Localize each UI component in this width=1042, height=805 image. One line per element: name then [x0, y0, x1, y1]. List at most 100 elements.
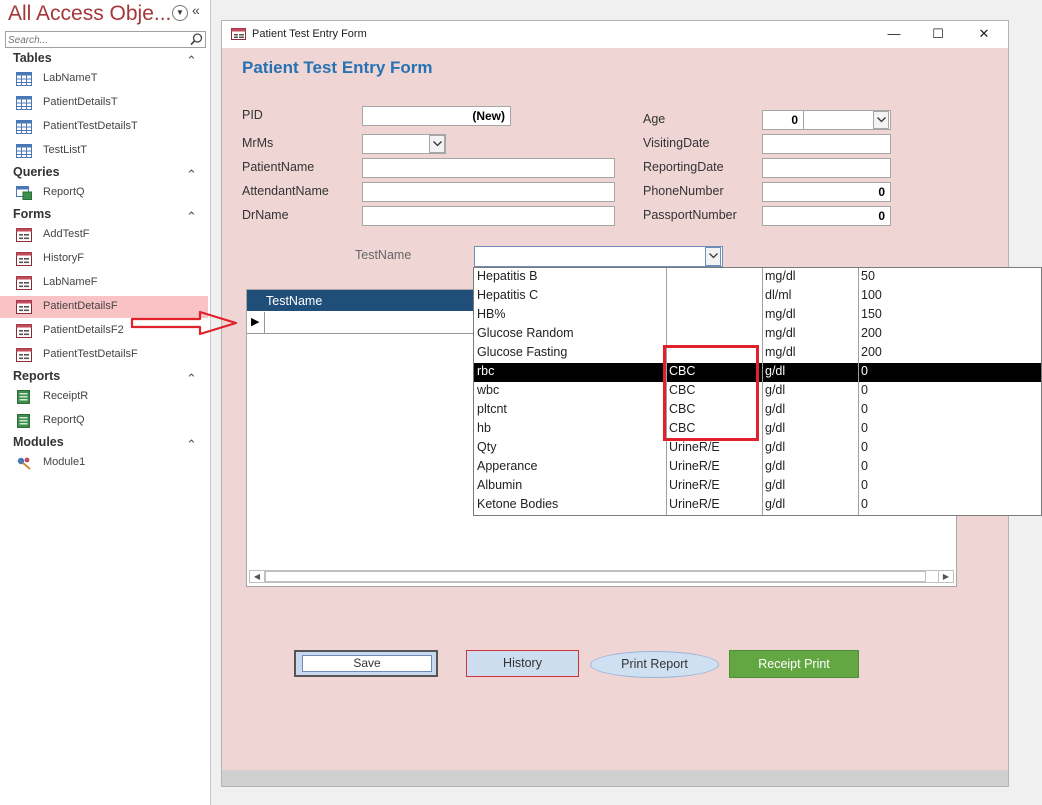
form-icon [16, 276, 32, 290]
dropdown-option-cell: 0 [861, 402, 868, 416]
testname-column-header[interactable]: TestName [266, 294, 322, 308]
dropdown-option[interactable]: Ketone Bodies UrineR/E g/dl 0 [474, 496, 1041, 515]
nav-item-patienttestdetailst[interactable]: PatientTestDetailsT [0, 116, 208, 138]
form-icon [16, 228, 32, 242]
nav-item-label: ReportQ [43, 414, 85, 426]
close-button[interactable]: ✕ [962, 23, 1006, 45]
dropdown-option[interactable]: HB% mg/dl 150 [474, 306, 1041, 325]
mrms-label: MrMs [242, 136, 274, 150]
nav-item-labnamef[interactable]: LabNameF [0, 272, 208, 294]
dropdown-option-cell: g/dl [765, 383, 786, 397]
dropdown-option-cell: 0 [861, 440, 868, 454]
print-report-button[interactable]: Print Report [590, 651, 719, 678]
dropdown-option-cell: 200 [861, 345, 882, 359]
nav-item-module1[interactable]: Module1 [0, 452, 208, 474]
nav-item-addtestf[interactable]: AddTestF [0, 224, 208, 246]
nav-item-label: PatientDetailsF [43, 300, 118, 312]
scroll-right-icon[interactable]: ▶ [938, 571, 953, 582]
dropdown-option-cell: HB% [477, 307, 506, 321]
horizontal-scrollbar[interactable]: ◀ ▶ [249, 570, 954, 583]
nav-collapse-icon[interactable]: « [192, 2, 200, 18]
dropdown-option-cell: Hepatitis B [477, 269, 538, 283]
passportnumber-field[interactable]: 0 [762, 206, 891, 226]
window-titlebar[interactable]: Patient Test Entry Form — ☐ ✕ [222, 21, 1008, 48]
reportingdate-field[interactable] [762, 158, 891, 178]
testname-cell[interactable] [265, 312, 487, 334]
scroll-left-icon[interactable]: ◀ [250, 571, 265, 582]
pid-label: PID [242, 108, 263, 122]
dropdown-option[interactable]: Qty UrineR/E g/dl 0 [474, 439, 1041, 458]
testname-dropdown-button[interactable] [705, 247, 721, 266]
nav-group-forms[interactable]: Forms [13, 207, 51, 221]
nav-item-label: LabNameT [43, 72, 98, 84]
history-button[interactable]: History [466, 650, 579, 677]
attendantname-label: AttendantName [242, 184, 329, 198]
nav-group-queries[interactable]: Queries [13, 165, 60, 179]
collapse-group-icon[interactable]: ⌃ [186, 167, 197, 183]
nav-item-labnamet[interactable]: LabNameT [0, 68, 208, 90]
nav-item-patientdetailst[interactable]: PatientDetailsT [0, 92, 208, 114]
maximize-button[interactable]: ☐ [916, 23, 960, 45]
dropdown-option-cell: UrineR/E [669, 459, 720, 473]
collapse-group-icon[interactable]: ⌃ [186, 371, 197, 387]
dropdown-column-divider [858, 268, 859, 515]
chevron-down-icon [709, 253, 718, 259]
nav-group-reports[interactable]: Reports [13, 369, 60, 383]
dropdown-option-cell: pltcnt [477, 402, 507, 416]
nav-item-label: Module1 [43, 456, 86, 468]
nav-item-label: PatientDetailsF2 [43, 324, 124, 336]
collapse-group-icon[interactable]: ⌃ [186, 53, 197, 69]
minimize-button[interactable]: — [872, 23, 916, 45]
dropdown-option[interactable]: Hepatitis B mg/dl 50 [474, 268, 1041, 287]
visitingdate-field[interactable] [762, 134, 891, 154]
dropdown-option-cell: rbc [477, 364, 495, 378]
nav-pane-title[interactable]: All Access Obje... [8, 2, 171, 26]
receipt-print-button[interactable]: Receipt Print [729, 650, 859, 678]
age-unit-dropdown-button[interactable] [873, 111, 889, 129]
module-icon [17, 457, 31, 470]
attendantname-field[interactable] [362, 182, 615, 202]
dropdown-option-cell: g/dl [765, 497, 786, 511]
nav-menu-chevron-icon[interactable]: ▼ [172, 5, 188, 21]
subform-select-all[interactable] [247, 290, 264, 311]
dropdown-option[interactable]: Glucose Random mg/dl 200 [474, 325, 1041, 344]
dropdown-option[interactable]: Albumin UrineR/E g/dl 0 [474, 477, 1041, 496]
save-button[interactable]: Save [294, 650, 438, 677]
testname-combo[interactable] [474, 246, 723, 267]
patientname-field[interactable] [362, 158, 615, 178]
dropdown-option[interactable]: Apperance UrineR/E g/dl 0 [474, 458, 1041, 477]
nav-search-input[interactable] [6, 33, 188, 48]
nav-item-patienttestdetailsf[interactable]: PatientTestDetailsF [0, 344, 208, 366]
nav-item-historyf[interactable]: HistoryF [0, 248, 208, 270]
nav-group-modules[interactable]: Modules [13, 435, 64, 449]
annotation-arrow-icon [130, 310, 238, 336]
mrms-dropdown-button[interactable] [429, 135, 445, 153]
collapse-group-icon[interactable]: ⌃ [186, 437, 197, 453]
dropdown-option-cell: g/dl [765, 459, 786, 473]
nav-item-receiptr[interactable]: ReceiptR [0, 386, 208, 408]
nav-item-reportq[interactable]: ReportQ [0, 182, 208, 204]
pid-field[interactable]: (New) [362, 106, 511, 126]
record-selector[interactable]: ▶ [247, 312, 265, 334]
navigation-pane: All Access Obje... ▼ « Tables ⌃ LabNameT Pa… [0, 0, 211, 805]
passportnumber-label: PassportNumber [643, 208, 737, 222]
phonenumber-field[interactable]: 0 [762, 182, 891, 202]
search-icon[interactable] [189, 32, 204, 47]
scroll-thumb[interactable] [265, 571, 926, 582]
age-field[interactable]: 0 [762, 110, 804, 130]
save-button-label: Save [302, 655, 432, 672]
dropdown-option-cell: Qty [477, 440, 497, 454]
dropdown-option-cell: Glucose Random [477, 326, 574, 340]
nav-item-testlistt[interactable]: TestListT [0, 140, 208, 162]
drname-field[interactable] [362, 206, 615, 226]
table-icon [16, 72, 32, 86]
nav-item-reportq[interactable]: ReportQ [0, 410, 208, 432]
collapse-group-icon[interactable]: ⌃ [186, 209, 197, 225]
age-label: Age [643, 112, 666, 126]
dropdown-option-cell: g/dl [765, 478, 786, 492]
nav-item-label: PatientTestDetailsF [43, 348, 138, 360]
dropdown-option[interactable]: Hepatitis C dl/ml 100 [474, 287, 1041, 306]
dropdown-option-cell: 0 [861, 364, 868, 378]
nav-group-tables[interactable]: Tables [13, 51, 52, 65]
nav-search-box[interactable] [5, 31, 206, 48]
